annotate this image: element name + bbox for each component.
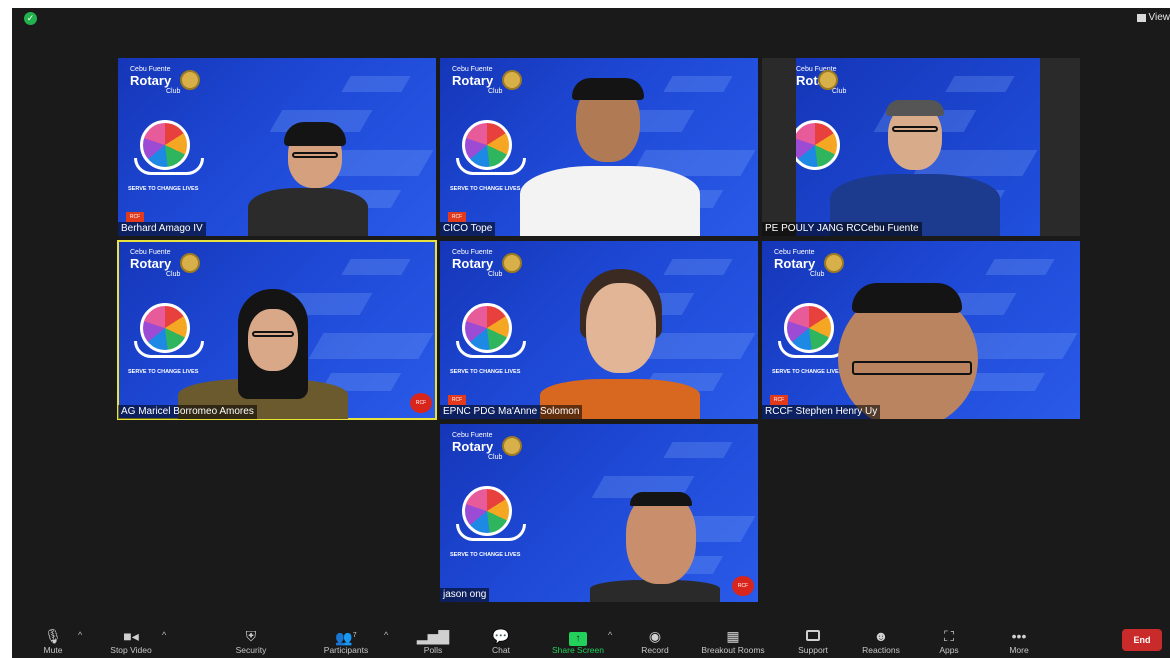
rotary-wheel-icon (180, 70, 200, 90)
participant-video (510, 68, 710, 236)
club-logo: Cebu Fuente Rotary Club (452, 66, 503, 95)
tagline: SERVE TO CHANGE LIVES (128, 186, 199, 192)
security-button[interactable]: ⛨ Security (216, 628, 286, 655)
event-badge-icon: RCF (410, 393, 432, 413)
tagline: SERVE TO CHANGE LIVES (450, 552, 521, 558)
stop-video-button[interactable]: ■◂ Stop Video (96, 628, 166, 655)
video-tile[interactable]: Cebu Fuente Rotary Club SERVE TO CHANGE … (118, 58, 436, 236)
participant-name-label: CICO Tope (440, 222, 496, 236)
chat-button[interactable]: 💬 Chat (466, 628, 536, 655)
participants-icon: 👥7 (335, 629, 357, 646)
club-logo: Cebu Fuente Rotary Club (774, 249, 825, 278)
participant-name-label: EPNC PDG Ma'Anne Solomon (440, 405, 583, 419)
breakout-grid-icon: ▦ (726, 628, 740, 644)
rotary-wheel-icon (180, 253, 200, 273)
rotary-wheel-icon (502, 253, 522, 273)
event-logo-icon: RCF (126, 212, 144, 222)
support-icon (778, 628, 848, 644)
club-logo: Cebu Fuente Rotary Club (452, 432, 503, 461)
video-tile-active-speaker[interactable]: Cebu Fuente Rotary Club SERVE TO CHANGE … (117, 240, 437, 420)
participant-name-label: AG Maricel Borromeo Amores (118, 405, 257, 419)
hand-icon (456, 524, 526, 541)
event-logo-icon: RCF (770, 395, 788, 405)
club-logo: Cebu Fuente Rotary Club (452, 249, 503, 278)
share-screen-button[interactable]: ↑ Share Screen (540, 628, 616, 655)
view-button[interactable]: View (1136, 12, 1170, 23)
participants-button[interactable]: 👥7 Participants (306, 628, 386, 655)
event-logo-icon: RCF (448, 395, 466, 405)
end-meeting-button[interactable]: End (1122, 629, 1162, 651)
view-button-label: View (1148, 12, 1170, 23)
zoom-meeting-window: ✓ View Cebu Fuente Rotary Club SERVE TO … (12, 8, 1170, 658)
bar-chart-icon: ▂▅▇ (416, 628, 450, 644)
share-screen-icon: ↑ (540, 628, 616, 646)
apps-icon: ⛶ (944, 628, 954, 644)
video-camera-icon: ■◂ (123, 628, 139, 644)
participant-video (530, 269, 710, 419)
hand-icon (456, 341, 526, 358)
video-tile[interactable]: Cebu Fuente Rotary Club SERVE TO CHANGE … (440, 241, 758, 419)
club-logo: Cebu Fuente Rotary Club (130, 249, 181, 278)
video-options-caret[interactable]: ^ (162, 630, 166, 640)
participant-video (178, 289, 358, 419)
rotary-wheel-icon (818, 70, 838, 90)
share-options-caret[interactable]: ^ (608, 630, 612, 640)
club-logo: Cebu Fuente Rotary Club (130, 66, 181, 95)
video-tile[interactable]: Cebu Fuente Rotary Club SERVE TO CHANGE … (440, 58, 758, 236)
video-tile[interactable]: Cebu Fuente Rotary Club PE POULY JANG RC… (762, 58, 1080, 236)
shield-icon: ⛨ (245, 628, 257, 644)
participant-name-label: PE POULY JANG RCCebu Fuente (762, 222, 922, 236)
participant-video (832, 279, 992, 419)
record-icon: ◉ (648, 628, 662, 644)
event-badge-icon: RCF (732, 576, 754, 596)
participant-video (590, 492, 730, 602)
video-tile[interactable]: Cebu Fuente Rotary Club SERVE TO CHANGE … (440, 424, 758, 602)
participant-name-label: RCCF Stephen Henry Uy (762, 405, 881, 419)
event-logo-icon: RCF (448, 212, 466, 222)
audio-options-caret[interactable]: ^ (78, 630, 82, 640)
chat-bubble-icon: 💬 (492, 628, 510, 644)
rotary-wheel-icon (824, 253, 844, 273)
participant-video (816, 96, 1016, 236)
participant-name-label: jason ong (440, 588, 490, 602)
more-button[interactable]: ••• More (984, 628, 1054, 655)
polls-button[interactable]: ▂▅▇ Polls (398, 628, 468, 655)
rotary-wheel-icon (502, 436, 522, 456)
support-button[interactable]: Support (778, 628, 848, 655)
participant-name-label: Berhard Amago IV (118, 222, 206, 236)
smiley-icon: ☻ (873, 628, 889, 644)
participants-count: 7 (352, 632, 357, 639)
meeting-toolbar: 🎙 Mute ^ ■◂ Stop Video ^ ⛨ Security 👥7 P… (12, 616, 1170, 658)
more-dots-icon: ••• (1011, 628, 1027, 644)
participant-video (228, 116, 388, 236)
participants-options-caret[interactable]: ^ (384, 630, 388, 640)
breakout-rooms-button[interactable]: ▦ Breakout Rooms (688, 628, 778, 655)
reactions-button[interactable]: ☻ Reactions (846, 628, 916, 655)
record-button[interactable]: ◉ Record (620, 628, 690, 655)
hand-icon (134, 158, 204, 175)
video-tile[interactable]: Cebu Fuente Rotary Club SERVE TO CHANGE … (762, 241, 1080, 419)
tagline: SERVE TO CHANGE LIVES (450, 369, 521, 375)
apps-button[interactable]: ⛶ Apps (914, 628, 984, 655)
encryption-shield-icon[interactable]: ✓ (24, 12, 37, 25)
grid-view-icon (1136, 13, 1146, 22)
